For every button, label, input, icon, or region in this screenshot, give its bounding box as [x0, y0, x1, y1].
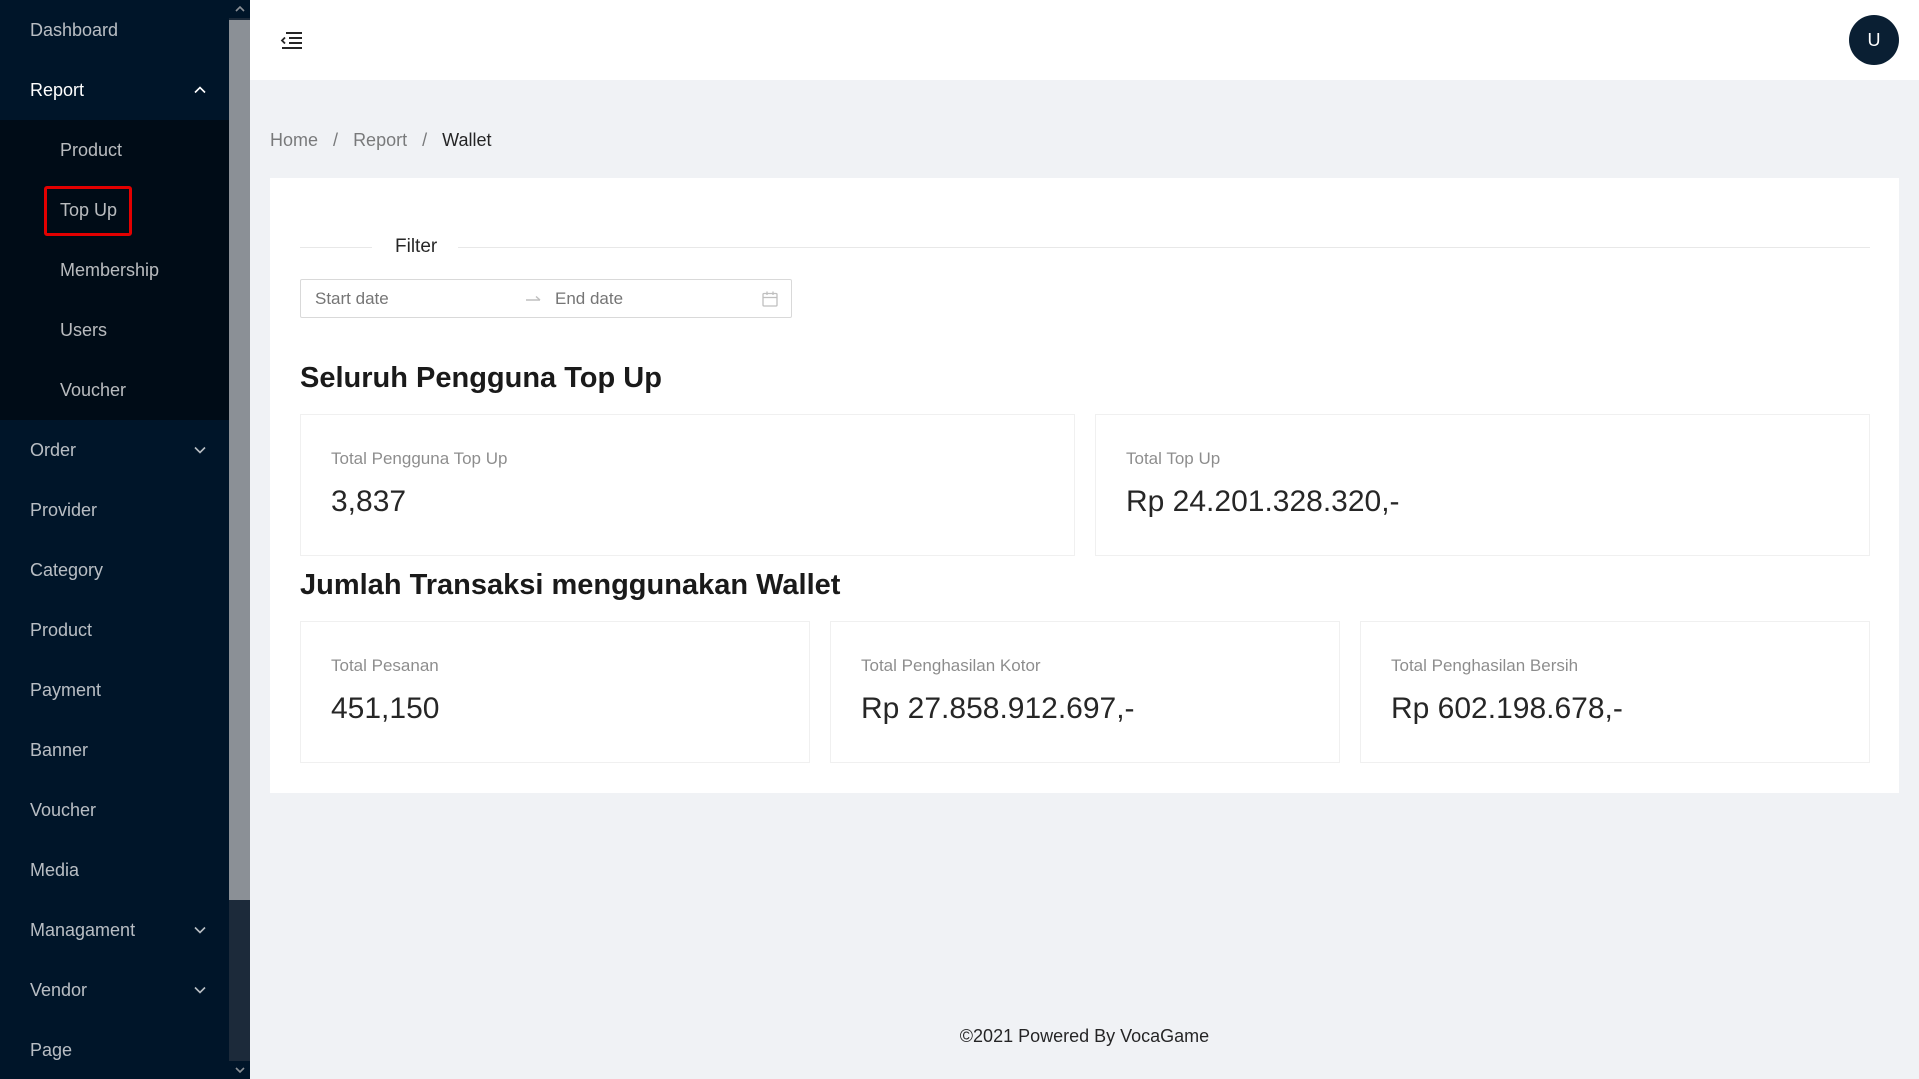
stat-card-total-top-up: Total Top Up Rp 24.201.328.320,-: [1095, 414, 1870, 556]
sidebar-item-media[interactable]: Media: [0, 840, 229, 900]
stat-label: Total Penghasilan Bersih: [1391, 656, 1579, 675]
divider-line-right: [458, 247, 1870, 248]
user-avatar[interactable]: U: [1849, 15, 1899, 65]
stat-card-total-pengguna-top-up: Total Pengguna Top Up 3,837: [300, 414, 1075, 556]
filter-divider: Filter: [300, 232, 1870, 262]
sidebar-item-label: Media: [30, 860, 80, 880]
divider-line-left: [300, 247, 372, 248]
chevron-down-icon: [193, 983, 207, 997]
chevron-down-icon: [193, 443, 207, 457]
stat-label: Total Pengguna Top Up: [331, 449, 508, 468]
content-panel: Filter Seluruh Pengguna Top Up Total Pen…: [270, 178, 1899, 793]
sidebar-item-order[interactable]: Order: [0, 420, 229, 480]
stat-card-total-pesanan: Total Pesanan 451,150: [300, 621, 810, 763]
app-root: Dashboard Report Product Top Up Membersh…: [0, 0, 1919, 1079]
breadcrumb-separator: /: [333, 130, 339, 150]
stat-value: 3,837: [331, 485, 407, 518]
sidebar-item-report-product[interactable]: Product: [0, 120, 229, 180]
filter-label: Filter: [395, 236, 438, 257]
chevron-up-icon: [193, 83, 207, 97]
stat-card-total-penghasilan-bersih: Total Penghasilan Bersih Rp 602.198.678,…: [1360, 621, 1870, 763]
breadcrumb: Home / Report / Wallet: [270, 130, 491, 151]
scroll-down-arrow-icon[interactable]: [229, 1061, 250, 1079]
sidebar-item-voucher[interactable]: Voucher: [0, 780, 229, 840]
sidebar: Dashboard Report Product Top Up Membersh…: [0, 0, 250, 1079]
top-header: U: [250, 0, 1919, 80]
sidebar-item-label: Voucher: [60, 380, 127, 400]
sidebar-item-label: Dashboard: [30, 20, 119, 40]
sidebar-item-category[interactable]: Category: [0, 540, 229, 600]
sidebar-item-label: Managament: [30, 920, 136, 940]
menu-fold-icon[interactable]: [278, 27, 304, 53]
sidebar-item-label: Page: [30, 1040, 73, 1060]
sidebar-scrollbar[interactable]: [229, 0, 250, 1079]
sidebar-item-report-users[interactable]: Users: [0, 300, 229, 360]
sidebar-menu: Dashboard Report Product Top Up Membersh…: [0, 0, 229, 1079]
sidebar-item-report-voucher[interactable]: Voucher: [0, 360, 229, 420]
sidebar-item-label: Voucher: [30, 800, 97, 820]
sidebar-item-managament[interactable]: Managament: [0, 900, 229, 960]
sidebar-item-banner[interactable]: Banner: [0, 720, 229, 780]
breadcrumb-report[interactable]: Report: [353, 130, 407, 151]
sidebar-item-dashboard[interactable]: Dashboard: [0, 0, 229, 60]
sidebar-item-page[interactable]: Page: [0, 1020, 229, 1079]
stat-value: Rp 24.201.328.320,-: [1126, 485, 1400, 518]
breadcrumb-separator: /: [422, 130, 428, 150]
wallet-section-title: Jumlah Transaksi menggunakan Wallet: [300, 569, 841, 601]
sidebar-item-label: Order: [30, 440, 77, 460]
report-submenu: Product Top Up Membership Users Voucher: [0, 120, 229, 420]
sidebar-item-label: Membership: [60, 260, 160, 280]
stat-card-total-penghasilan-kotor: Total Penghasilan Kotor Rp 27.858.912.69…: [830, 621, 1340, 763]
sidebar-item-label: Provider: [30, 500, 98, 520]
end-date-input[interactable]: [555, 289, 745, 309]
footer-text: ©2021 Powered By VocaGame: [959, 1026, 1210, 1046]
sidebar-item-provider[interactable]: Provider: [0, 480, 229, 540]
sidebar-item-label: Users: [60, 320, 108, 340]
sidebar-item-payment[interactable]: Payment: [0, 660, 229, 720]
swap-right-arrow-icon: [525, 291, 543, 307]
start-date-input[interactable]: [315, 289, 505, 309]
date-range-picker[interactable]: [300, 279, 792, 318]
sidebar-item-report[interactable]: Report: [0, 60, 229, 120]
scroll-up-arrow-icon[interactable]: [229, 0, 250, 18]
sidebar-item-label: Top Up: [60, 200, 118, 220]
sidebar-item-label: Payment: [30, 680, 102, 700]
sidebar-item-label: Product: [30, 620, 93, 640]
sidebar-item-product[interactable]: Product: [0, 600, 229, 660]
stat-label: Total Pesanan: [331, 656, 439, 675]
calendar-icon: [761, 290, 779, 308]
sidebar-item-report-top-up[interactable]: Top Up: [0, 180, 229, 240]
sidebar-item-vendor[interactable]: Vendor: [0, 960, 229, 1020]
sidebar-item-label: Banner: [30, 740, 89, 760]
stat-value: 451,150: [331, 692, 440, 725]
stat-value: Rp 602.198.678,-: [1391, 692, 1623, 725]
chevron-down-icon: [193, 923, 207, 937]
breadcrumb-current: Wallet: [442, 130, 492, 150]
stat-value: Rp 27.858.912.697,-: [861, 692, 1135, 725]
sidebar-scroll-thumb[interactable]: [229, 20, 250, 900]
topup-section-title: Seluruh Pengguna Top Up: [300, 362, 662, 394]
sidebar-item-label: Category: [30, 560, 104, 580]
sidebar-item-report-membership[interactable]: Membership: [0, 240, 229, 300]
stat-label: Total Penghasilan Kotor: [861, 656, 1041, 675]
sidebar-item-label: Vendor: [30, 980, 88, 1000]
breadcrumb-home[interactable]: Home: [270, 130, 318, 151]
sidebar-item-label: Product: [60, 140, 123, 160]
stat-label: Total Top Up: [1126, 449, 1221, 468]
sidebar-item-label: Report: [30, 80, 85, 100]
